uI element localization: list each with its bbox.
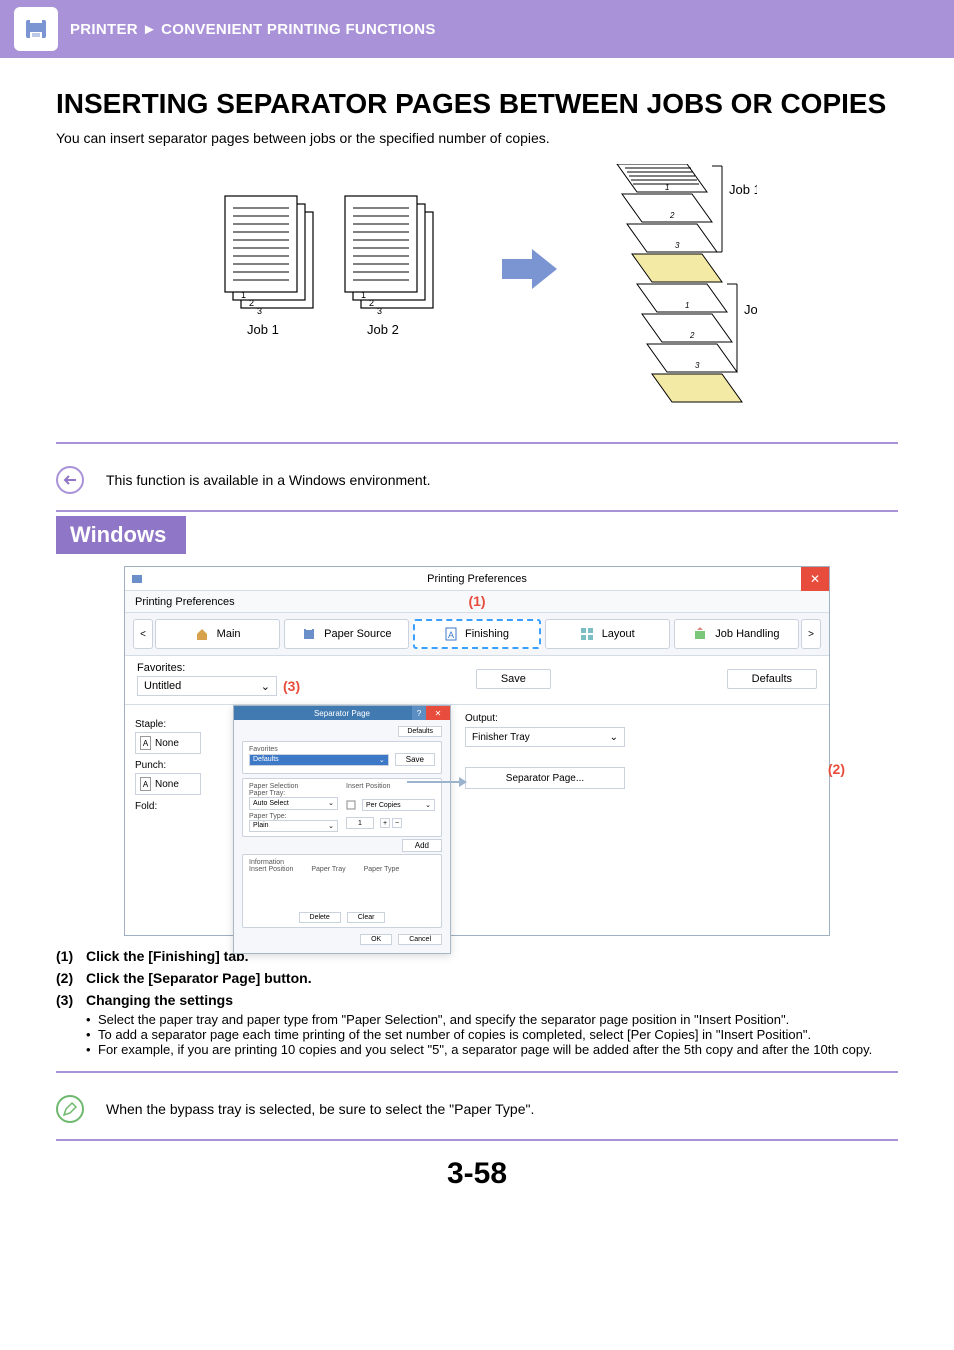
output-dropdown[interactable]: Finisher Tray⌄ <box>465 727 625 747</box>
tab-job-handling[interactable]: Job Handling <box>674 619 799 649</box>
svg-text:3: 3 <box>675 241 680 250</box>
svg-text:1: 1 <box>685 301 689 310</box>
sep-paper-tray-label: Paper Tray: <box>249 790 338 797</box>
window-title: Printing Preferences <box>427 573 527 585</box>
sep-information-label: Information <box>249 859 435 866</box>
sep-favorites-dropdown[interactable]: Defaults⌄ <box>249 754 389 766</box>
staple-option[interactable]: ANone <box>135 732 201 754</box>
pencil-note-icon <box>56 1095 84 1123</box>
sep-paper-selection-label: Paper Selection <box>249 783 338 790</box>
svg-text:2: 2 <box>669 211 675 220</box>
printer-icon <box>21 14 51 44</box>
page-number: 3-58 <box>56 1157 898 1191</box>
sep-help-button[interactable]: ? <box>412 706 426 720</box>
fold-label: Fold: <box>135 801 225 812</box>
svg-text:1: 1 <box>665 183 669 192</box>
intro-text: You can insert separator pages between j… <box>56 130 898 146</box>
favorites-label: Favorites: <box>137 662 300 674</box>
sep-paper-tray-dropdown[interactable]: Auto Select⌄ <box>249 797 338 810</box>
sep-dialog-title: Separator Page <box>314 709 370 718</box>
step-3-sub-3: For example, if you are printing 10 copi… <box>98 1042 898 1057</box>
output-label: Output: <box>465 713 815 724</box>
sep-info-list <box>249 876 435 908</box>
page-title: INSERTING SEPARATOR PAGES BETWEEN JOBS O… <box>56 88 898 120</box>
breadcrumb-arrow: ► <box>142 21 157 38</box>
note-bypass-tray: When the bypass tray is selected, be sur… <box>106 1101 534 1117</box>
tab-paper-source[interactable]: Paper Source <box>284 619 409 649</box>
sep-cancel-button[interactable]: Cancel <box>398 934 442 945</box>
sep-paper-type-label: Paper Type: <box>249 813 338 820</box>
defaults-button[interactable]: Defaults <box>727 669 817 689</box>
tab-finishing[interactable]: A Finishing <box>413 619 540 649</box>
svg-text:3: 3 <box>377 306 382 316</box>
tab-prev-button[interactable]: < <box>133 619 153 649</box>
step-1-title: Click the [Finishing] tab. <box>86 948 249 964</box>
svg-text:Job 1: Job 1 <box>729 182 757 197</box>
svg-text:3: 3 <box>257 306 262 316</box>
sep-defaults-button[interactable]: Defaults <box>398 726 442 737</box>
staple-label: Staple: <box>135 719 225 730</box>
separator-illustration: 123 Job 1 123 Job 2 <box>56 164 898 424</box>
breadcrumb-subsection[interactable]: CONVENIENT PRINTING FUNCTIONS <box>161 21 436 38</box>
svg-text:2: 2 <box>249 298 254 308</box>
sep-paper-type-dropdown[interactable]: Plain⌄ <box>249 820 338 833</box>
tab-layout[interactable]: Layout <box>545 619 670 649</box>
printer-mini-icon <box>131 573 143 585</box>
svg-text:3: 3 <box>695 361 700 370</box>
svg-text:1: 1 <box>241 290 246 300</box>
svg-text:2: 2 <box>689 331 695 340</box>
per-copies-icon <box>346 800 356 810</box>
back-arrow-icon <box>56 466 84 494</box>
sep-clear-button[interactable]: Clear <box>347 912 386 923</box>
step-2-title: Click the [Separator Page] button. <box>86 970 312 986</box>
callout-3: (3) <box>283 678 300 694</box>
printer-section-icon <box>14 7 58 51</box>
punch-label: Punch: <box>135 760 225 771</box>
svg-text:Job 2: Job 2 <box>744 302 757 317</box>
step-3-title: Changing the settings <box>86 992 233 1008</box>
callout-1: (1) <box>468 593 485 609</box>
note-windows-only: This function is available in a Windows … <box>106 472 431 488</box>
lead-arrow-icon <box>407 775 467 789</box>
sep-save-button[interactable]: Save <box>395 753 435 766</box>
tab-next-button[interactable]: > <box>801 619 821 649</box>
callout-2: (2) <box>828 761 845 777</box>
breadcrumb-section[interactable]: PRINTER <box>70 21 138 38</box>
svg-text:A: A <box>448 630 454 640</box>
sep-insert-position-dropdown[interactable]: Per Copies⌄ <box>362 799 435 811</box>
svg-text:1: 1 <box>361 290 366 300</box>
sep-favorites-label: Favorites <box>249 746 435 753</box>
sep-delete-button[interactable]: Delete <box>299 912 341 923</box>
tab-main[interactable]: Main <box>155 619 280 649</box>
punch-option[interactable]: ANone <box>135 773 201 795</box>
close-button[interactable]: ✕ <box>801 567 829 591</box>
steps-list: (1)Click the [Finishing] tab. (2)Click t… <box>56 948 898 1057</box>
sep-add-button[interactable]: Add <box>402 839 442 852</box>
sep-close-button[interactable]: ✕ <box>426 706 450 720</box>
sep-count-input[interactable]: 1 <box>346 817 374 829</box>
sep-ok-button[interactable]: OK <box>360 934 392 945</box>
save-button[interactable]: Save <box>476 669 551 689</box>
separator-page-dialog: Separator Page ? ✕ Defaults Favorites De… <box>233 705 451 954</box>
windows-section-heading: Windows <box>56 516 186 554</box>
separator-page-button[interactable]: Separator Page... <box>465 767 625 789</box>
illus-job2-label: Job 2 <box>367 322 399 337</box>
prefs-subheader: Printing Preferences <box>135 596 235 608</box>
illus-job1-label: Job 1 <box>247 322 279 337</box>
breadcrumb-bar: PRINTER►CONVENIENT PRINTING FUNCTIONS <box>0 0 954 58</box>
step-3-sub-1: Select the paper tray and paper type fro… <box>98 1012 898 1027</box>
count-up-button[interactable]: + <box>380 818 390 828</box>
step-3-sub-2: To add a separator page each time printi… <box>98 1027 898 1042</box>
count-down-button[interactable]: − <box>392 818 402 828</box>
printing-preferences-screenshot: Printing Preferences ✕ (1) Printing Pref… <box>124 566 830 936</box>
svg-text:2: 2 <box>369 298 374 308</box>
favorites-dropdown[interactable]: Untitled⌄ <box>137 676 277 696</box>
